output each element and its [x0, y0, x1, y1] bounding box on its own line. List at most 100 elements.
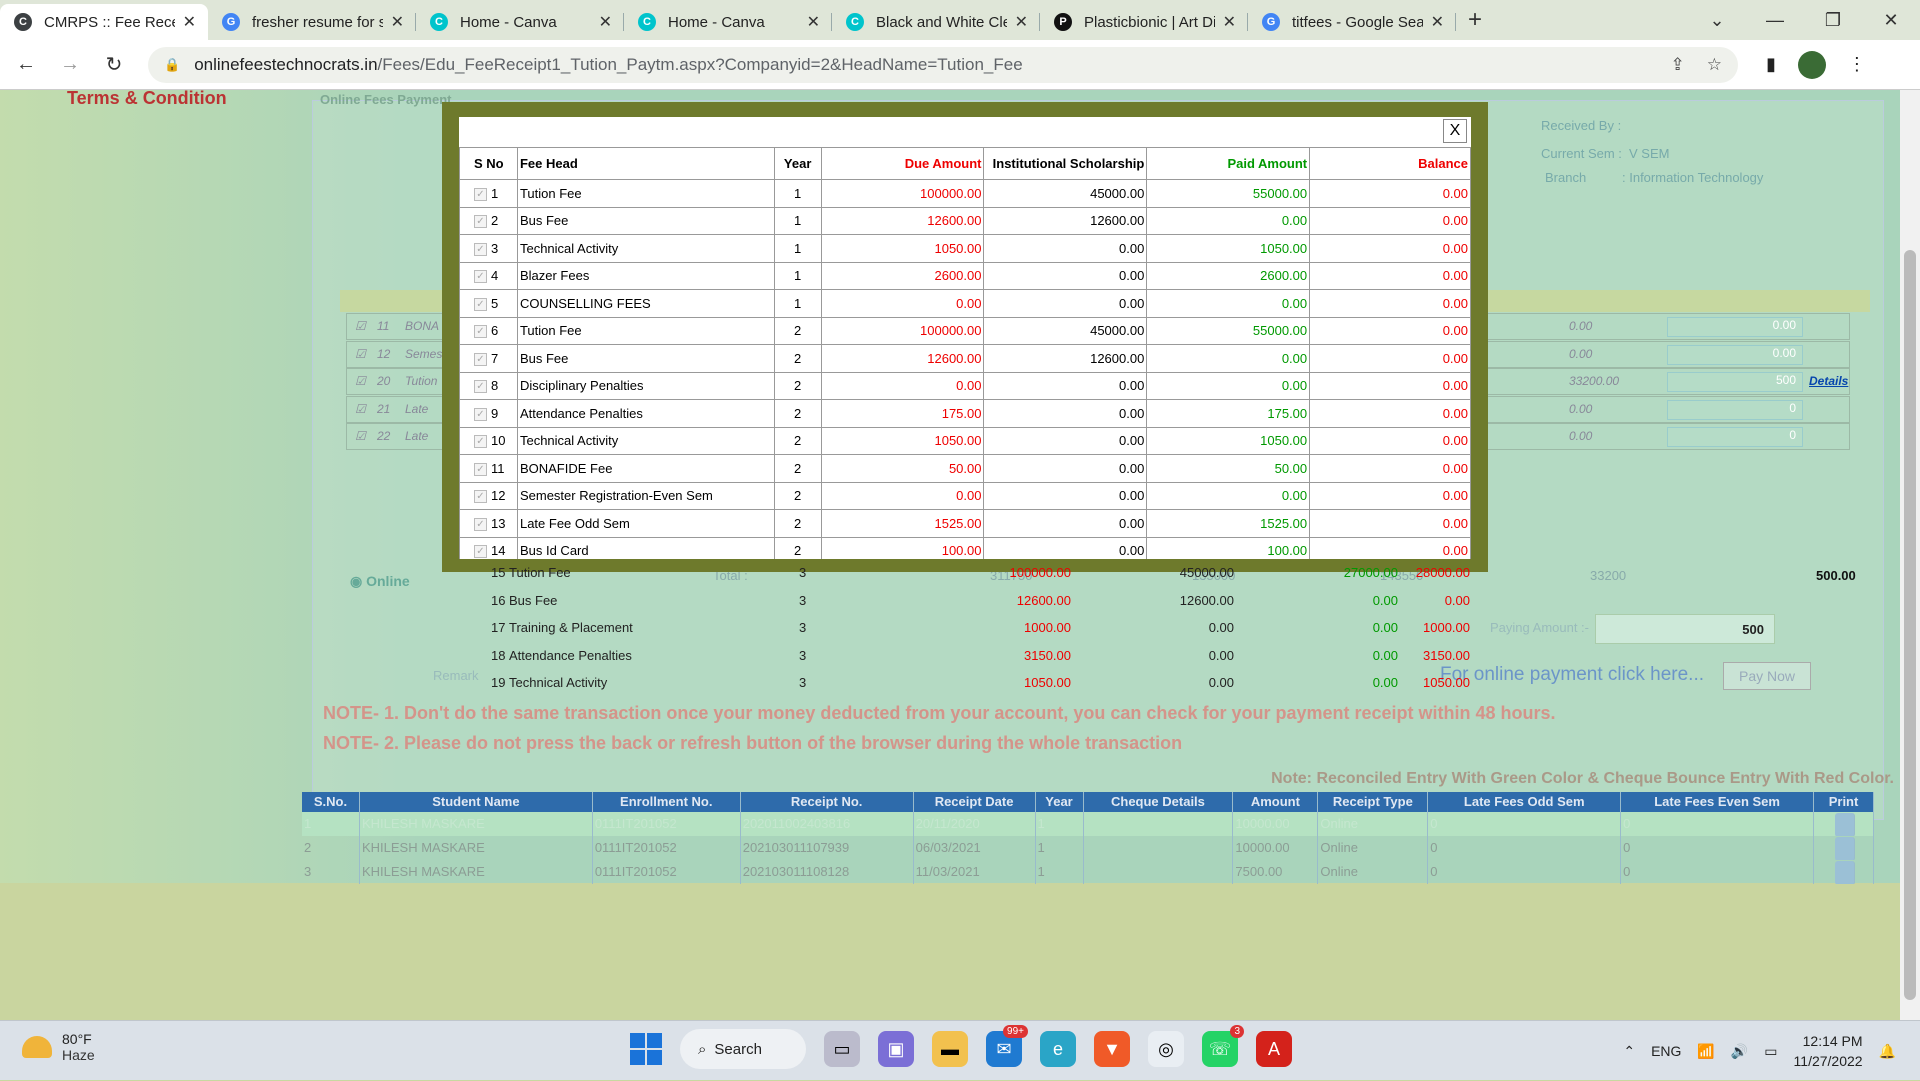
fee-sno: 6: [491, 323, 499, 339]
url-field[interactable]: 🔒 onlinefeestechnocrats.in/Fees/Edu_FeeR…: [148, 46, 1738, 83]
acrobat-icon[interactable]: A: [1256, 1031, 1292, 1067]
fee-row-checkbox[interactable]: ✓: [474, 380, 487, 394]
file-explorer-icon[interactable]: ▬: [932, 1031, 968, 1067]
browser-tab[interactable]: Gfresher resume for software ✕: [208, 4, 416, 40]
row-checkbox[interactable]: ☑: [355, 374, 366, 388]
tab-close-icon[interactable]: ✕: [1015, 12, 1028, 32]
whatsapp-icon[interactable]: ☏ 3: [1202, 1025, 1244, 1067]
fee-row-checkbox[interactable]: ✓: [474, 215, 487, 229]
volume-icon[interactable]: 🔊: [1731, 1043, 1748, 1060]
browser-tab[interactable]: P Plasticbionic | Art Direction ✕: [1040, 4, 1248, 40]
browser-tab[interactable]: Gtitfees - Google Search ✕: [1248, 4, 1456, 40]
print-button[interactable]: [1814, 812, 1875, 836]
fee-row-checkbox[interactable]: ✓: [474, 407, 487, 421]
print-button[interactable]: [1814, 860, 1875, 884]
overflow-cell-sch: 12600.00: [1179, 592, 1234, 608]
fee-row-checkbox[interactable]: ✓: [474, 242, 487, 256]
fee-row-checkbox[interactable]: ✓: [474, 325, 487, 339]
online-fees-title: Online Fees Payment: [320, 92, 452, 107]
print-button[interactable]: [1814, 836, 1875, 860]
fee-row: ✓ 6 Tution Fee 2 100000.00 45000.00 55000.00 0.…: [459, 316, 1471, 345]
fee-row: ✓ 3 Technical Activity 1 1050.00 0.00 1050.00 0…: [459, 234, 1471, 263]
close-window-button[interactable]: ✕: [1862, 0, 1920, 40]
lock-icon[interactable]: 🔒: [164, 57, 180, 73]
row-amount-input[interactable]: 0: [1667, 427, 1803, 447]
note-3: Note: Reconciled Entry With Green Color …: [1271, 770, 1894, 787]
tab-close-icon[interactable]: ✕: [807, 12, 820, 32]
fee-row-checkbox[interactable]: ✓: [474, 517, 487, 531]
chat-icon[interactable]: ▣: [878, 1031, 914, 1067]
browser-tab[interactable]: C Home - Canva ✕: [624, 4, 832, 40]
taskbar-search[interactable]: ⌕ Search: [680, 1029, 806, 1069]
tab-close-icon[interactable]: ✕: [1431, 12, 1444, 32]
fee-sno: 3: [491, 240, 499, 256]
tab-title: CMRPS :: Fee Receipt: [44, 13, 175, 31]
share-icon[interactable]: ⇪: [1671, 55, 1685, 75]
fee-row-checkbox[interactable]: ✓: [474, 270, 487, 284]
terms-link[interactable]: Terms & Condition: [67, 88, 227, 109]
fee-cell-paid: 0.00: [1146, 289, 1311, 318]
fee-row-checkbox[interactable]: ✓: [474, 490, 487, 504]
fee-row-checkbox[interactable]: ✓: [474, 435, 487, 449]
fee-row-checkbox[interactable]: ✓: [474, 545, 487, 559]
browser-tab[interactable]: C CMRPS :: Fee Receipt ✕: [0, 4, 208, 40]
paying-amount-field[interactable]: 500: [1595, 614, 1775, 644]
task-view-icon[interactable]: ▭: [824, 1031, 860, 1067]
pay-now-button[interactable]: Pay Now: [1723, 662, 1811, 690]
edge-icon[interactable]: e: [1040, 1031, 1076, 1067]
language-indicator[interactable]: ENG: [1651, 1043, 1681, 1059]
row-amount-input[interactable]: 0.00: [1667, 317, 1803, 337]
back-button[interactable]: ←: [8, 53, 44, 76]
row-checkbox[interactable]: ☑: [355, 347, 366, 361]
forward-button[interactable]: →: [52, 53, 88, 76]
tab-close-icon[interactable]: ✕: [391, 12, 404, 32]
chevron-up-icon[interactable]: ⌃: [1623, 1043, 1635, 1060]
row-amount-input[interactable]: 0.00: [1667, 344, 1803, 365]
tab-close-icon[interactable]: ✕: [183, 12, 196, 32]
fee-row-checkbox[interactable]: ✓: [474, 187, 487, 201]
history-cell: [1084, 860, 1234, 884]
fee-cell-sch: 0.00: [983, 234, 1148, 263]
battery-icon[interactable]: ▭: [1764, 1043, 1777, 1060]
side-panel-icon[interactable]: ▮: [1766, 54, 1776, 75]
tab-search-icon[interactable]: ⌄: [1688, 0, 1746, 40]
mail-icon[interactable]: ✉ 99+: [986, 1025, 1028, 1067]
tab-close-icon[interactable]: ✕: [1223, 12, 1236, 32]
fee-cell-head: Attendance Penalties: [516, 399, 775, 428]
brave-icon[interactable]: ▼: [1094, 1031, 1130, 1067]
menu-kebab-icon[interactable]: ⋮: [1848, 54, 1866, 75]
online-radio[interactable]: ◉ Online: [350, 573, 410, 590]
profile-avatar[interactable]: [1797, 50, 1826, 79]
minimize-button[interactable]: —: [1746, 0, 1804, 40]
browser-tab[interactable]: C Home - Canva ✕: [416, 4, 624, 40]
fee-cell-yr: 2: [773, 316, 822, 345]
clock[interactable]: 12:14 PM 11/27/2022: [1794, 1031, 1863, 1071]
row-checkbox[interactable]: ☑: [355, 402, 366, 416]
wifi-icon[interactable]: 📶: [1697, 1043, 1714, 1060]
fee-cell-bal: 0.00: [1309, 481, 1471, 510]
windows-start-icon[interactable]: [630, 1033, 662, 1065]
weather-widget[interactable]: 80°F Haze: [22, 1031, 95, 1063]
page-scrollbar[interactable]: [1900, 90, 1920, 1020]
row-amount-input[interactable]: 500: [1667, 372, 1803, 392]
fee-row-checkbox[interactable]: ✓: [474, 297, 487, 311]
fee-row-checkbox[interactable]: ✓: [474, 462, 487, 476]
tab-close-icon[interactable]: ✕: [599, 12, 612, 32]
row-amount-input[interactable]: 0: [1667, 399, 1803, 420]
notification-bell-icon[interactable]: 🔔: [1879, 1043, 1896, 1060]
details-link[interactable]: Details: [1809, 374, 1848, 388]
reload-button[interactable]: ↻: [96, 52, 132, 77]
modal-close-button[interactable]: X: [1443, 119, 1467, 143]
fee-row-checkbox[interactable]: ✓: [474, 352, 487, 366]
row-checkbox[interactable]: ☑: [355, 429, 366, 443]
maximize-button[interactable]: ❐: [1804, 0, 1862, 40]
new-tab-button[interactable]: +: [1468, 6, 1482, 34]
bookmark-star-icon[interactable]: ☆: [1707, 55, 1722, 75]
browser-tab[interactable]: C Black and White Clean ✕: [832, 4, 1040, 40]
fee-header-cell: Institutional Scholarship: [983, 147, 1148, 180]
chrome-icon[interactable]: ◎: [1148, 1031, 1184, 1067]
row-checkbox[interactable]: ☑: [355, 319, 366, 333]
history-header-cell: Receipt Date: [914, 792, 1036, 812]
overflow-cell-due: 12600.00: [1016, 592, 1071, 608]
online-payment-link[interactable]: For online payment click here...: [1440, 664, 1704, 686]
